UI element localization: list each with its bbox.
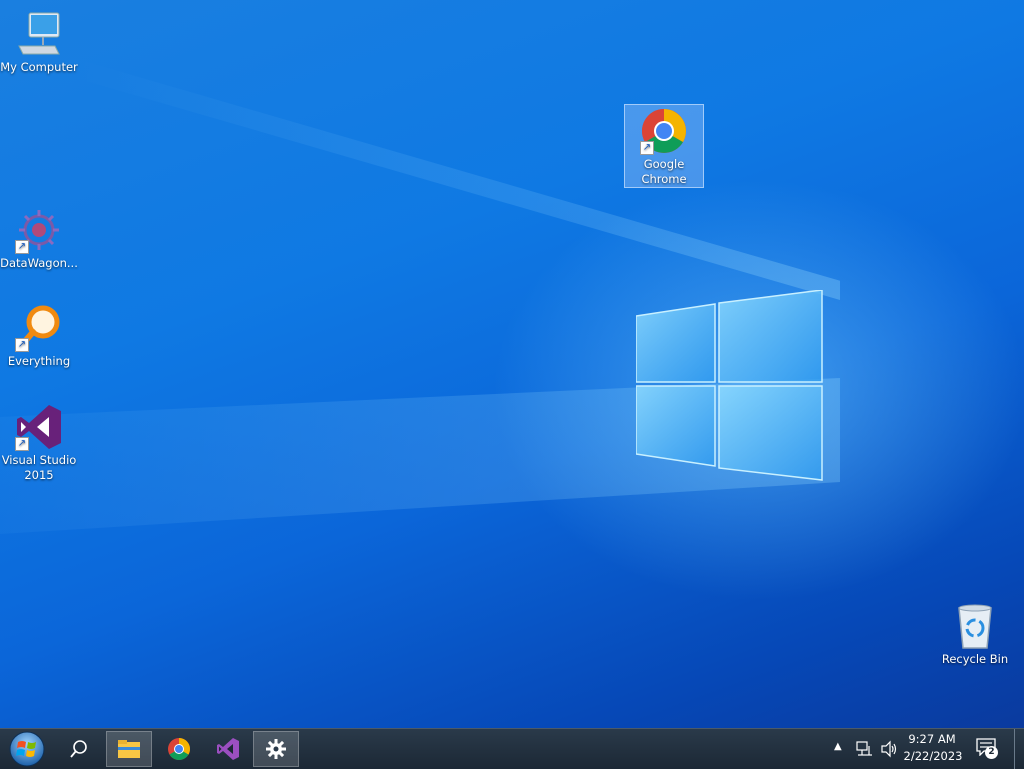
desktop-icon-label: Google Chrome [641,157,687,186]
shortcut-arrow-icon: ↗ [15,437,29,451]
taskbar-visual-studio[interactable] [205,731,251,767]
desktop-icon-datawagon[interactable]: ↗ DataWagon... [0,206,78,271]
desktop-icon-everything[interactable]: ↗ Everything [0,304,78,369]
desktop-icon-visual-studio[interactable]: ↗ Visual Studio 2015 [0,403,78,483]
search-button[interactable] [56,731,102,767]
clock-time[interactable]: 9:27 AM [902,732,962,746]
start-button[interactable] [2,731,52,767]
desktop-icon-recycle-bin[interactable]: Recycle Bin [936,602,1014,667]
shortcut-arrow-icon: ↗ [15,240,29,254]
recycle-bin-icon [951,602,999,650]
visual-studio-icon: ↗ [15,403,63,451]
shortcut-arrow-icon: ↗ [15,338,29,352]
volume-icon[interactable] [880,740,898,758]
taskbar-settings[interactable] [253,731,299,767]
desktop-icon-label: Visual Studio 2015 [1,453,77,482]
desktop[interactable]: My Computer ↗ DataWagon... ↗ Everything … [0,0,1024,728]
light-beam [80,60,840,300]
windows-logo-wallpaper [636,290,823,481]
file-explorer-icon [118,740,140,758]
notification-count-badge: 2 [985,746,998,759]
taskbar-chrome[interactable] [156,731,202,767]
chrome-icon: ↗ [640,107,688,155]
chrome-icon [168,738,190,760]
start-orb-icon [9,731,45,767]
network-icon[interactable] [856,741,874,757]
desktop-icon-label: Recycle Bin [941,652,1009,666]
action-center-button[interactable]: 2 [976,738,998,760]
desktop-icon-google-chrome[interactable]: ↗ Google Chrome [624,104,704,188]
everything-search-icon: ↗ [15,304,63,352]
taskbar: ▲ 9:27 AM 2/22/2023 2 [0,728,1024,769]
taskbar-file-explorer[interactable] [106,731,152,767]
desktop-icon-my-computer[interactable]: My Computer [0,10,78,75]
desktop-icon-label: DataWagon... [0,256,78,270]
clock-date[interactable]: 2/22/2023 [902,749,964,763]
computer-icon [15,10,63,58]
show-hidden-icons-chevron-icon[interactable]: ▲ [834,741,842,752]
desktop-icon-label: My Computer [0,60,78,74]
show-desktop-button[interactable] [1014,729,1015,769]
settings-gear-icon [266,739,286,759]
datawagon-icon: ↗ [15,206,63,254]
visual-studio-icon [217,738,239,760]
desktop-icon-label: Everything [7,354,71,368]
search-icon [70,740,87,758]
shortcut-arrow-icon: ↗ [640,141,654,155]
